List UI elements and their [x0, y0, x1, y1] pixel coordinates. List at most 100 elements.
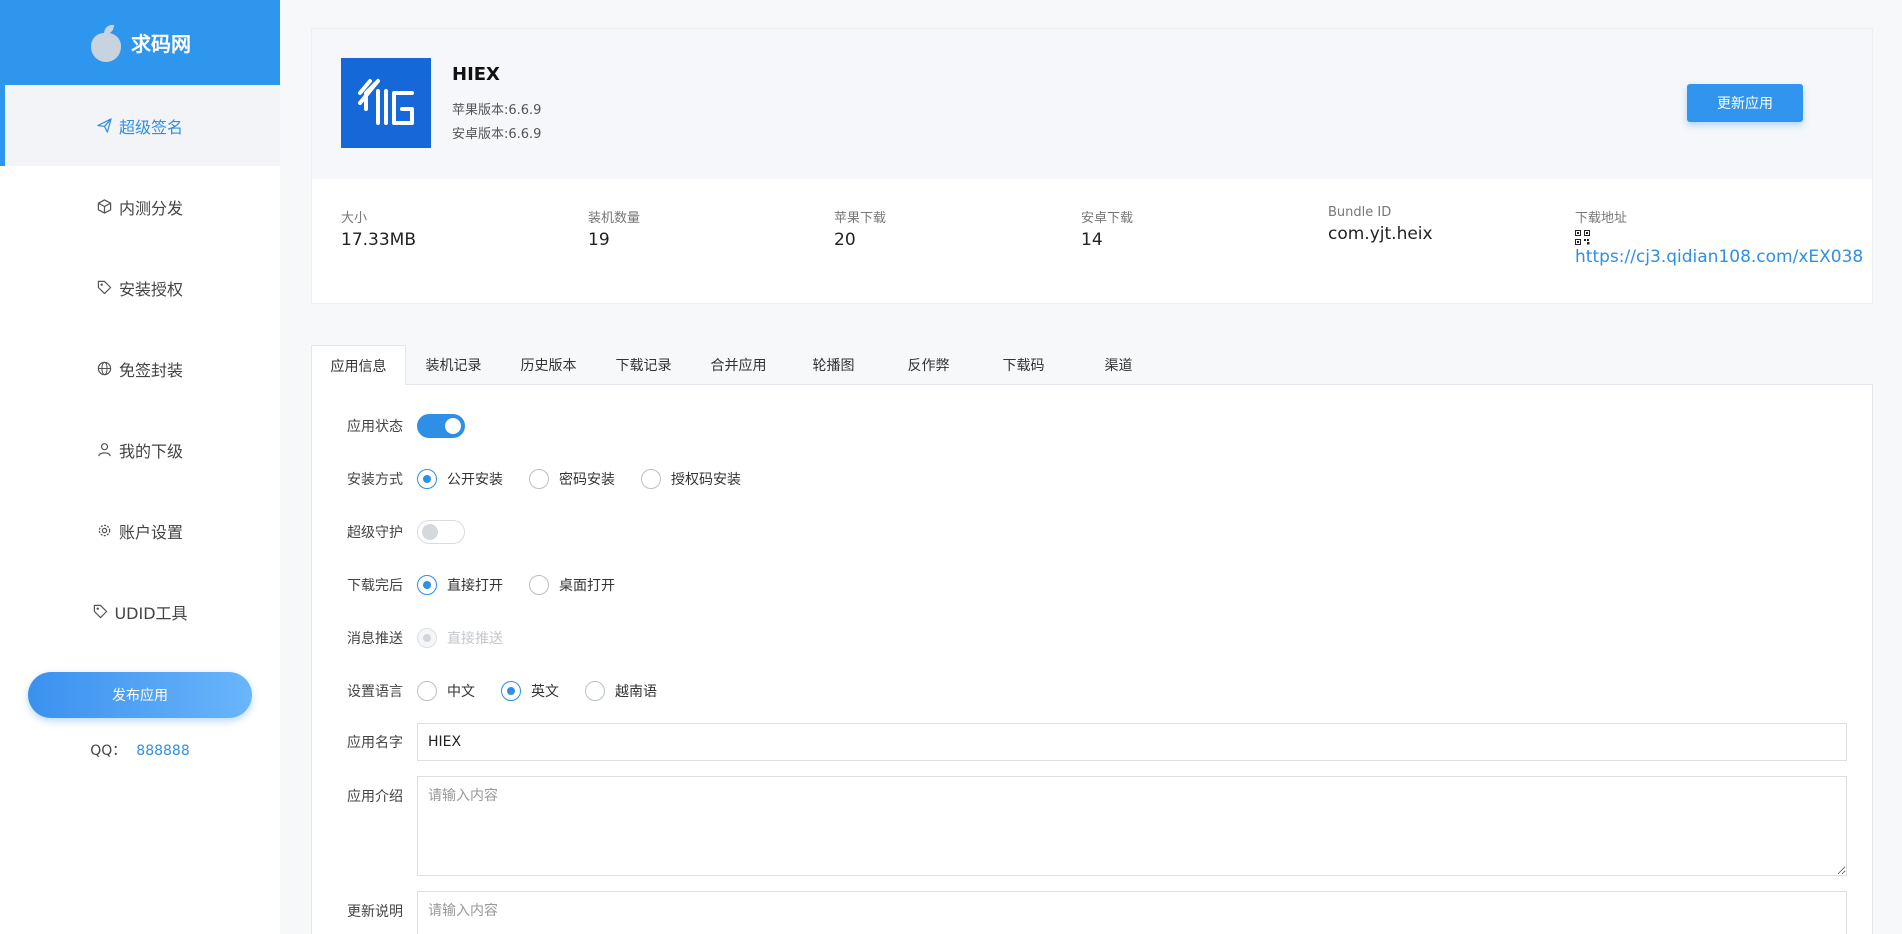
sidebar-item-install-auth[interactable]: 安装授权 — [0, 247, 280, 328]
tag-icon — [92, 604, 108, 620]
tab-install-records[interactable]: 装机记录 — [406, 345, 501, 385]
sidebar-item-label: UDID工具 — [114, 603, 188, 623]
sidebar-item-label: 安装授权 — [118, 279, 183, 299]
radio-open-desktop[interactable]: 桌面打开 — [529, 575, 615, 595]
sidebar-item-label: 超级签名 — [118, 117, 183, 137]
app-info-form: 应用状态 安装方式 公开安装 密码安装 授权码安装 超级守护 下载完后 直接打开… — [311, 385, 1873, 934]
send-icon — [97, 118, 113, 134]
radio-lang-chinese[interactable]: 中文 — [417, 681, 475, 701]
stat-label: 装机数量 — [588, 211, 641, 226]
tab-anti-cheat[interactable]: 反作弊 — [881, 345, 976, 385]
sidebar-item-beta-distribution[interactable]: 内测分发 — [0, 166, 280, 247]
sidebar-item-label: 我的下级 — [118, 441, 183, 461]
tab-download-codes[interactable]: 下载码 — [976, 345, 1071, 385]
app-intro-textarea[interactable] — [417, 776, 1847, 876]
row-app-status: 应用状态 — [312, 411, 1872, 441]
qq-contact: QQ： 888888 — [0, 740, 280, 760]
stat-label: 大小 — [341, 211, 368, 226]
sidebar-item-label: 免签封装 — [118, 360, 183, 380]
qrcode-icon[interactable] — [1575, 230, 1590, 245]
field-label: 下载完后 — [347, 578, 403, 594]
stat-value: 19 — [588, 230, 610, 250]
field-label: 超级守护 — [347, 525, 403, 541]
tab-carousel[interactable]: 轮播图 — [786, 345, 881, 385]
sidebar-item-udid-tool[interactable]: UDID工具 — [0, 571, 280, 652]
row-language: 设置语言 中文 英文 越南语 — [312, 676, 1872, 706]
sidebar-item-label: 账户设置 — [118, 522, 183, 542]
publish-app-button[interactable]: 发布应用 — [28, 672, 252, 718]
sidebar: 求码网 超级签名 内测分发 安装授权 免签封装 我的下级 账户设置 UDID工具… — [0, 0, 280, 934]
field-label: 设置语言 — [347, 684, 403, 700]
radio-label: 英文 — [531, 684, 559, 700]
radio-lang-english[interactable]: 英文 — [501, 681, 559, 701]
app-header: HIEX 苹果版本:6.6.9 安卓版本:6.6.9 更新应用 — [312, 29, 1872, 179]
changelog-textarea[interactable] — [417, 891, 1847, 934]
field-label: 安装方式 — [347, 472, 403, 488]
radio-label: 直接推送 — [447, 631, 503, 647]
stat-size: 大小 17.33MB — [341, 207, 416, 250]
radio-label: 授权码安装 — [671, 472, 741, 488]
radio-label: 密码安装 — [559, 472, 615, 488]
row-message-push: 消息推送 直接推送 — [312, 623, 1872, 653]
radio-public-install[interactable]: 公开安装 — [417, 469, 503, 489]
tab-channels[interactable]: 渠道 — [1071, 345, 1166, 385]
brand-name: 求码网 — [131, 32, 191, 56]
tab-merge-apps[interactable]: 合并应用 — [691, 345, 786, 385]
field-label: 应用名字 — [347, 735, 403, 751]
stat-label: 苹果下载 — [834, 211, 887, 226]
tag-icon — [97, 280, 113, 296]
qq-number[interactable]: 888888 — [136, 743, 189, 759]
download-url-link[interactable]: https://cj3.qidian108.com/xEX038 — [1575, 247, 1863, 267]
cube-icon — [97, 199, 113, 215]
radio-password-install[interactable]: 密码安装 — [529, 469, 615, 489]
radio-label: 公开安装 — [447, 472, 503, 488]
radio-label: 中文 — [447, 684, 475, 700]
sidebar-item-sign-free-package[interactable]: 免签封装 — [0, 328, 280, 409]
user-icon — [97, 442, 113, 458]
sidebar-nav: 超级签名 内测分发 安装授权 免签封装 我的下级 账户设置 UDID工具 — [0, 85, 280, 652]
radio-label: 越南语 — [615, 684, 657, 700]
stat-download-url: 下载地址 https://cj3.qidian108.com/xEX038 — [1575, 207, 1863, 267]
radio-direct-push: 直接推送 — [417, 628, 503, 648]
radio-lang-vietnamese[interactable]: 越南语 — [585, 681, 657, 701]
tab-download-records[interactable]: 下载记录 — [596, 345, 691, 385]
radio-auth-code-install[interactable]: 授权码安装 — [641, 469, 741, 489]
stat-value: 17.33MB — [341, 230, 416, 250]
radio-label: 直接打开 — [447, 578, 503, 594]
android-version: 安卓版本:6.6.9 — [452, 127, 542, 142]
stat-label: 安卓下载 — [1081, 211, 1134, 226]
stat-value: com.yjt.heix — [1328, 224, 1433, 244]
row-after-download: 下载完后 直接打开 桌面打开 — [312, 570, 1872, 600]
radio-label: 桌面打开 — [559, 578, 615, 594]
stat-bundle-id: Bundle ID com.yjt.heix — [1328, 205, 1433, 244]
app-name: HIEX — [452, 64, 500, 85]
ios-version: 苹果版本:6.6.9 — [452, 103, 542, 118]
field-label: 应用状态 — [347, 419, 403, 435]
app-status-toggle[interactable] — [417, 414, 465, 438]
tab-history-versions[interactable]: 历史版本 — [501, 345, 596, 385]
stat-installs: 装机数量 19 — [588, 207, 640, 250]
sidebar-item-account-settings[interactable]: 账户设置 — [0, 490, 280, 571]
sidebar-item-subordinates[interactable]: 我的下级 — [0, 409, 280, 490]
row-app-name: 应用名字 — [312, 723, 1872, 761]
row-install-mode: 安装方式 公开安装 密码安装 授权码安装 — [312, 464, 1872, 494]
app-name-input[interactable] — [417, 723, 1847, 761]
field-label: 消息推送 — [347, 631, 403, 647]
update-app-button[interactable]: 更新应用 — [1687, 84, 1803, 122]
sidebar-item-super-sign[interactable]: 超级签名 — [0, 85, 280, 166]
stat-value: 20 — [834, 230, 856, 250]
super-guard-toggle[interactable] — [417, 520, 465, 544]
radio-open-directly[interactable]: 直接打开 — [417, 575, 503, 595]
row-app-intro: 应用介绍 — [312, 776, 1872, 876]
qq-label: QQ： — [90, 743, 127, 759]
gear-icon — [97, 523, 113, 539]
row-super-guard: 超级守护 — [312, 517, 1872, 547]
tab-app-info[interactable]: 应用信息 — [311, 345, 406, 386]
app-summary-card: HIEX 苹果版本:6.6.9 安卓版本:6.6.9 更新应用 大小 17.33… — [311, 28, 1873, 304]
app-logo-icon — [341, 58, 431, 148]
app-tabs: 应用信息 装机记录 历史版本 下载记录 合并应用 轮播图 反作弊 下载码 渠道 — [311, 345, 1873, 386]
stat-ios-downloads: 苹果下载 20 — [834, 207, 886, 250]
row-changelog: 更新说明 — [312, 891, 1872, 934]
stat-value: 14 — [1081, 230, 1103, 250]
brand-logo[interactable]: 求码网 — [0, 0, 280, 85]
